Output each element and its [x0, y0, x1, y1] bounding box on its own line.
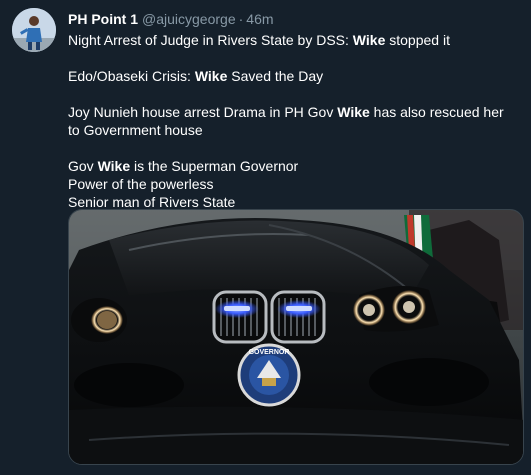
author-display-name[interactable]: PH Point 1 — [68, 11, 138, 27]
text-fragment: is the Superman Governor — [130, 158, 299, 174]
keyword-highlight: Wike — [352, 32, 386, 48]
tweet-line: Gov Wike is the Superman Governor — [68, 157, 518, 175]
header-separator: · — [238, 11, 244, 27]
text-fragment: Edo/Obaseki Crisis: — [68, 68, 195, 84]
text-fragment: Gov — [68, 158, 98, 174]
author-handle[interactable]: @ajuicygeorge — [142, 11, 236, 27]
text-fragment: stopped it — [385, 32, 450, 48]
emblem-text: GOVERNOR — [249, 349, 290, 356]
tweet-timestamp[interactable]: 46m — [246, 11, 273, 27]
text-fragment: Joy Nunieh house arrest Drama in PH Gov — [68, 104, 338, 120]
author-avatar[interactable] — [12, 8, 56, 52]
tweet-paragraph: Gov Wike is the Superman Governor Power … — [68, 157, 518, 211]
text-fragment: Night Arrest of Judge in Rivers State by… — [68, 32, 353, 48]
tweet-text: Night Arrest of Judge in Rivers State by… — [68, 31, 518, 211]
tweet-paragraph: Joy Nunieh house arrest Drama in PH Gov … — [68, 103, 518, 139]
keyword-highlight: Wike — [194, 68, 228, 84]
keyword-highlight: Wike — [97, 158, 131, 174]
tweet-paragraph: Edo/Obaseki Crisis: Wike Saved the Day — [68, 67, 518, 85]
tweet-paragraph: Night Arrest of Judge in Rivers State by… — [68, 31, 518, 49]
tweet-media-photo[interactable]: GOVERNOR — [68, 209, 524, 465]
text-fragment: Saved the Day — [227, 68, 324, 84]
tweet-header: PH Point 1 @ajuicygeorge · 46m — [68, 10, 274, 28]
tweet[interactable]: PH Point 1 @ajuicygeorge · 46m Night Arrest… — [0, 0, 531, 475]
tweet-line: Power of the powerless — [68, 176, 214, 192]
keyword-highlight: Wike — [337, 104, 370, 120]
